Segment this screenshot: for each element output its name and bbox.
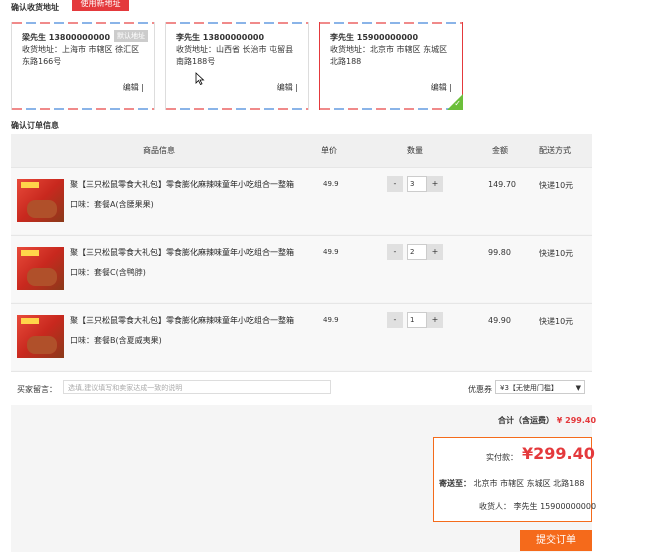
coupon-value[interactable]: ¥3【无使用门槛】	[500, 384, 558, 392]
receiver-line: 收货人： 李先生 15900000000	[479, 501, 596, 512]
edit-label[interactable]: 编辑	[431, 83, 447, 92]
line-amount: 99.80	[488, 248, 511, 257]
qty-minus-button[interactable]: -	[387, 176, 403, 192]
header-qty: 数量	[407, 146, 423, 155]
receiver-label: 收货人：	[479, 502, 511, 511]
order-item-row: 聚【三只松鼠零食大礼包】零食膨化麻辣味童年小吃组合一整箱 口味：套餐B(含夏威夷…	[11, 303, 592, 370]
address-card[interactable]: 李先生 13800000000 收货地址：山西省 长治市 屯留县 南路188号 …	[165, 22, 309, 110]
order-item-row: 聚【三只松鼠零食大礼包】零食膨化麻辣味童年小吃组合一整箱 口味：套餐C(含鸭脖)…	[11, 235, 592, 302]
address-card-address: 收货地址：山西省 长治市 屯留县 南路188号	[176, 45, 294, 66]
order-section-title: 确认订单信息	[11, 121, 59, 130]
coupon-select[interactable]: ¥3【无使用门槛】 ▼	[495, 380, 585, 394]
header-shipping: 配送方式	[539, 146, 571, 155]
product-title[interactable]: 聚【三只松鼠零食大礼包】零食膨化麻辣味童年小吃组合一整箱	[70, 179, 294, 190]
card-stripe-top	[320, 22, 462, 24]
product-flavor: 口味：套餐B(含夏威夷果)	[70, 336, 162, 345]
address-card-address: 收货地址：上海市 市辖区 徐汇区 东路166号	[22, 45, 140, 66]
unit-price: 49.9	[323, 180, 339, 188]
card-stripe-top	[166, 22, 308, 24]
address-card-name: 梁先生 13800000000	[22, 33, 111, 42]
payment-summary: 实付款： ¥299.40 寄送至： 北京市 市辖区 东城区 北路188 收货人：…	[433, 437, 596, 522]
qty-input[interactable]: 2	[407, 244, 427, 260]
header-price: 单价	[321, 146, 337, 155]
amount-due-label: 实付款：	[486, 453, 518, 462]
unit-price: 49.9	[323, 316, 339, 324]
default-address-badge[interactable]: 默认地址	[114, 30, 148, 42]
qty-plus-button[interactable]: +	[427, 244, 443, 260]
edit-label[interactable]: 编辑	[123, 83, 139, 92]
chevron-down-icon[interactable]: ▼	[576, 381, 581, 395]
new-address-button[interactable]: 使用新地址	[72, 0, 129, 11]
total-value: ¥ 299.40	[556, 416, 597, 425]
product-thumbnail[interactable]	[17, 315, 64, 358]
ship-to-line: 寄送至： 北京市 市辖区 东城区 北路188	[439, 478, 584, 489]
product-thumbnail[interactable]	[17, 247, 64, 290]
qty-minus-button[interactable]: -	[387, 244, 403, 260]
line-amount: 149.70	[488, 180, 516, 189]
card-stripe-bottom	[166, 108, 308, 110]
line-amount: 49.90	[488, 316, 511, 325]
submit-order-button[interactable]: 提交订单	[520, 530, 592, 551]
address-section-title: 确认收货地址	[11, 3, 59, 12]
shipping-method: 快递10元	[539, 181, 574, 190]
address-edit-link[interactable]: 编辑 |	[123, 82, 144, 93]
check-icon: ✓	[454, 99, 461, 108]
ship-to-label: 寄送至：	[439, 479, 471, 488]
address-card[interactable]: 梁先生 13800000000 默认地址 收货地址：上海市 市辖区 徐汇区 东路…	[11, 22, 155, 110]
qty-plus-button[interactable]: +	[427, 176, 443, 192]
address-edit-link[interactable]: 编辑 |	[277, 82, 298, 93]
receiver-value: 李先生 15900000000	[513, 502, 597, 511]
buyer-note-row: 买家留言： 选填,建议填写和卖家达成一致的说明 优惠券 ¥3【无使用门槛】 ▼	[11, 371, 592, 405]
product-title[interactable]: 聚【三只松鼠零食大礼包】零食膨化麻辣味童年小吃组合一整箱	[70, 247, 294, 258]
address-card-name: 李先生 13800000000	[176, 33, 265, 42]
buyer-note-label: 买家留言：	[17, 385, 57, 394]
qty-input[interactable]: 1	[407, 312, 427, 328]
card-stripe-top	[12, 22, 154, 24]
qty-minus-button[interactable]: -	[387, 312, 403, 328]
product-thumbnail[interactable]	[17, 179, 64, 222]
total-label: 合计（含运费）	[498, 416, 554, 425]
edit-label[interactable]: 编辑	[277, 83, 293, 92]
address-card-selected[interactable]: 李先生 15900000000 收货地址：北京市 市辖区 东城区 北路188 编…	[319, 22, 463, 110]
product-flavor: 口味：套餐A(含腰果果)	[70, 200, 154, 209]
amount-due-value: ¥299.40	[522, 444, 595, 463]
order-item-row: 聚【三只松鼠零食大礼包】零食膨化麻辣味童年小吃组合一整箱 口味：套餐A(含腰果果…	[11, 167, 592, 234]
shipping-method: 快递10元	[539, 249, 574, 258]
address-card-address: 收货地址：北京市 市辖区 东城区 北路188	[330, 45, 448, 66]
header-amount: 金额	[492, 146, 508, 155]
ship-to-value: 北京市 市辖区 东城区 北路188	[473, 479, 585, 488]
header-product: 商品信息	[143, 146, 175, 155]
qty-input[interactable]: 3	[407, 176, 427, 192]
address-edit-link[interactable]: 编辑 |	[431, 82, 452, 93]
unit-price: 49.9	[323, 248, 339, 256]
shipping-method: 快递10元	[539, 317, 574, 326]
card-stripe-bottom	[12, 108, 154, 110]
qty-plus-button[interactable]: +	[427, 312, 443, 328]
coupon-label: 优惠券	[468, 385, 492, 394]
address-card-name: 李先生 15900000000	[330, 33, 419, 42]
product-title[interactable]: 聚【三只松鼠零食大礼包】零食膨化麻辣味童年小吃组合一整箱	[70, 315, 294, 326]
card-stripe-bottom	[320, 108, 462, 110]
buyer-note-input[interactable]: 选填,建议填写和卖家达成一致的说明	[63, 380, 331, 394]
product-flavor: 口味：套餐C(含鸭脖)	[70, 268, 146, 277]
order-table-header: 商品信息 单价 数量 金额 配送方式	[11, 134, 592, 167]
order-total: 合计（含运费） ¥ 299.40	[498, 415, 596, 426]
